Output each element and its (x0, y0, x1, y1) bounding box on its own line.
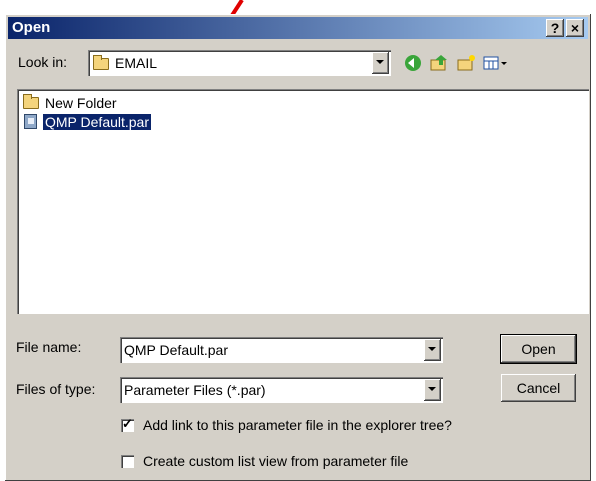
close-button[interactable]: × (566, 19, 584, 37)
file-type-value: Parameter Files (*.par) (124, 382, 266, 398)
back-icon[interactable] (402, 54, 424, 76)
file-name-value: QMP Default.par (124, 342, 229, 358)
add-link-label: Add link to this parameter file in the e… (143, 417, 452, 433)
open-button[interactable]: Open (500, 334, 577, 364)
folder-icon (23, 94, 39, 109)
add-link-checkbox[interactable]: ✓ (121, 416, 134, 432)
file-type-combo[interactable]: Parameter Files (*.par) (120, 377, 443, 403)
open-dialog: Open ? × Look in: EMAIL New Folder QMP D… (5, 14, 591, 481)
look-in-dropdown[interactable] (372, 52, 389, 74)
view-menu-icon[interactable] (481, 54, 509, 76)
custom-list-label: Create custom list view from parameter f… (143, 453, 409, 469)
file-name-text: New Folder (45, 95, 117, 111)
file-type-dropdown[interactable] (424, 379, 441, 401)
cancel-button[interactable]: Cancel (501, 374, 576, 402)
title-bar: Open ? × (8, 17, 588, 39)
look-in-value: EMAIL (115, 55, 158, 71)
look-in-combo[interactable]: EMAIL (88, 50, 391, 76)
file-name-label: File name: (16, 339, 82, 355)
dialog-title: Open (12, 19, 51, 36)
par-file-icon (24, 114, 37, 129)
file-name-dropdown[interactable] (424, 339, 441, 361)
file-name-combo[interactable]: QMP Default.par (120, 337, 443, 363)
help-button[interactable]: ? (546, 19, 564, 37)
custom-list-checkbox[interactable] (121, 455, 134, 468)
file-list[interactable]: New Folder QMP Default.par (17, 89, 589, 314)
checkmark-icon: ✓ (122, 416, 133, 431)
file-type-label: Files of type: (16, 381, 96, 397)
folder-icon (93, 55, 109, 70)
file-name-text: QMP Default.par (41, 113, 153, 131)
look-in-label: Look in: (18, 54, 68, 70)
new-folder-icon[interactable] (455, 54, 477, 76)
up-folder-icon[interactable] (428, 54, 450, 76)
